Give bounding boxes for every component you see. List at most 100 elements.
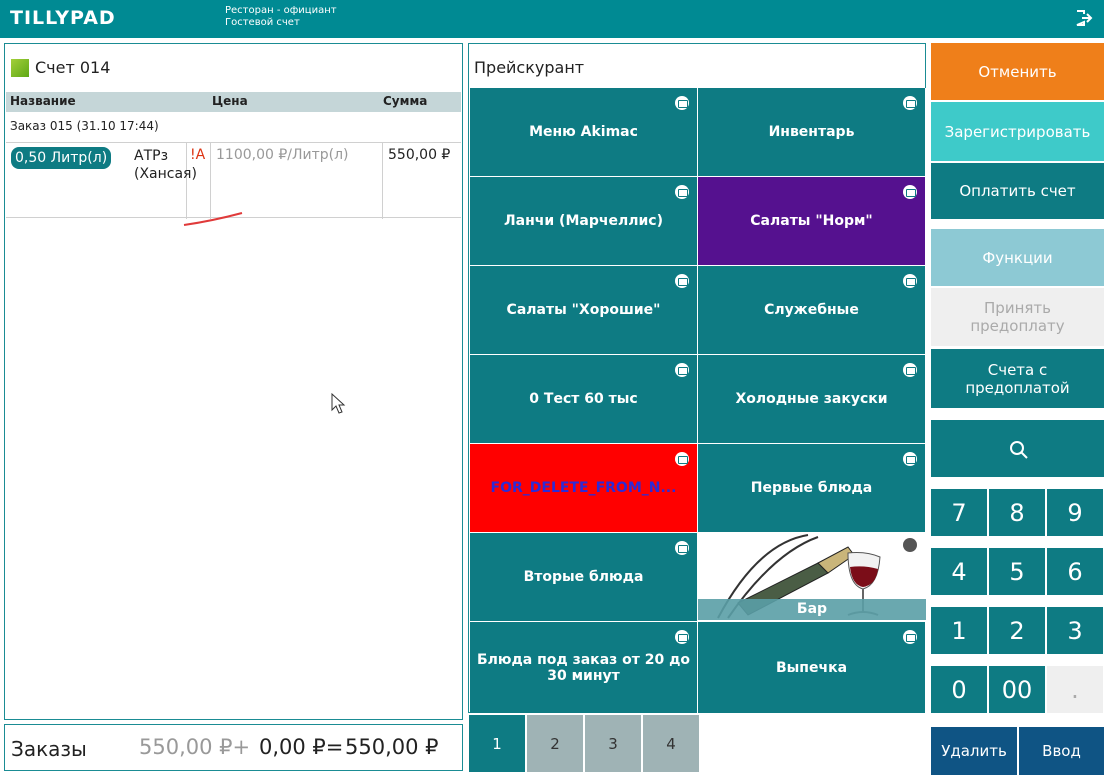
tile-bakery[interactable]: Выпечка bbox=[698, 622, 926, 714]
price-list-pager: 1 2 3 4 bbox=[469, 715, 701, 772]
logout-icon[interactable] bbox=[1074, 8, 1094, 28]
tile-cold-snacks[interactable]: Холодные закуски bbox=[698, 355, 926, 444]
tile-label: Первые блюда bbox=[750, 480, 873, 496]
bill-table-header: Название Цена Сумма bbox=[6, 92, 461, 112]
tile-label: Салаты "Хорошие" bbox=[506, 302, 661, 318]
col-sum: Сумма bbox=[383, 94, 428, 108]
key-4[interactable]: 4 bbox=[931, 548, 987, 595]
tile-menu-akimac[interactable]: Меню Akimac bbox=[470, 88, 698, 177]
key-6[interactable]: 6 bbox=[1047, 548, 1103, 595]
tile-label: Блюда под заказ от 20 до 30 минут bbox=[476, 651, 691, 684]
folder-icon bbox=[903, 363, 917, 377]
folder-icon bbox=[903, 274, 917, 288]
cancel-button[interactable]: Отменить bbox=[931, 43, 1104, 100]
tile-first-courses[interactable]: Первые блюда bbox=[698, 444, 926, 533]
folder-icon bbox=[903, 96, 917, 110]
col-name: Название bbox=[10, 94, 76, 108]
page-1-button[interactable]: 1 bbox=[469, 715, 525, 772]
tile-custom-dishes[interactable]: Блюда под заказ от 20 до 30 минут bbox=[470, 622, 698, 714]
tile-label: Бар bbox=[796, 601, 828, 617]
tile-label: Служебные bbox=[764, 302, 859, 318]
folder-icon bbox=[903, 452, 917, 466]
folder-icon bbox=[675, 185, 689, 199]
folder-icon bbox=[675, 363, 689, 377]
tile-salads-good[interactable]: Салаты "Хорошие" bbox=[470, 266, 698, 355]
page-4-button[interactable]: 4 bbox=[643, 715, 699, 772]
search-button[interactable] bbox=[931, 420, 1104, 477]
tile-label: Выпечка bbox=[775, 659, 848, 676]
quantity-badge[interactable]: 0,50 Литр(л) bbox=[11, 147, 112, 169]
register-button[interactable]: Зарегистрировать bbox=[931, 102, 1104, 161]
item-name: АТРз (Хансая) bbox=[134, 148, 197, 182]
key-9[interactable]: 9 bbox=[1047, 489, 1103, 536]
key-0[interactable]: 0 bbox=[931, 666, 987, 713]
item-price: 1100,00 ₽/Литр(л) bbox=[216, 147, 349, 163]
delete-button[interactable]: Удалить bbox=[931, 727, 1017, 775]
col-price: Цена bbox=[212, 94, 248, 108]
key-2[interactable]: 2 bbox=[989, 607, 1045, 654]
tile-bar[interactable]: Бар bbox=[698, 533, 926, 622]
search-icon bbox=[1010, 441, 1028, 459]
screen-label: Гостевой счет bbox=[225, 17, 300, 28]
tile-label: Инвентарь bbox=[768, 124, 855, 140]
table-row[interactable]: 0,50 Литр(л) АТРз (Хансая) !A 1100,00 ₽/… bbox=[6, 142, 461, 226]
page-2-button[interactable]: 2 bbox=[527, 715, 583, 772]
totals-bar: Заказы 550,00 ₽+ 0,00 ₽= 550,00 ₽ bbox=[4, 724, 463, 771]
role-label: Ресторан - официант bbox=[225, 5, 337, 16]
tile-salads-norm[interactable]: Салаты "Норм" bbox=[698, 177, 926, 266]
tile-label: Холодные закуски bbox=[735, 391, 888, 407]
row-divider bbox=[382, 143, 383, 219]
tile-label: Меню Akimac bbox=[529, 124, 638, 140]
app-logo: TILLYPAD bbox=[10, 7, 116, 29]
tile-test[interactable]: 0 Тест 60 тыс bbox=[470, 355, 698, 444]
key-8[interactable]: 8 bbox=[989, 489, 1045, 536]
top-info: Ресторан - официант Гостевой счет bbox=[225, 5, 337, 29]
bill-status-icon bbox=[11, 58, 29, 77]
folder-icon bbox=[903, 630, 917, 644]
row-divider bbox=[210, 143, 211, 219]
tile-lunches[interactable]: Ланчи (Марчеллис) bbox=[470, 177, 698, 266]
totals-ordered: 550,00 ₽+ bbox=[139, 735, 251, 759]
red-stroke-annotation bbox=[183, 212, 243, 226]
key-7[interactable]: 7 bbox=[931, 489, 987, 536]
key-00[interactable]: 00 bbox=[989, 666, 1045, 713]
tile-label: Ланчи (Марчеллис) bbox=[504, 213, 663, 229]
totals-total: 550,00 ₽ bbox=[345, 735, 439, 759]
accept-prepayment-button[interactable]: Принять предоплату bbox=[931, 288, 1104, 346]
folder-icon bbox=[675, 452, 689, 466]
folder-icon bbox=[675, 541, 689, 555]
folder-icon bbox=[675, 630, 689, 644]
bill-title: Счет 014 bbox=[11, 58, 110, 77]
tile-second-courses[interactable]: Вторые блюда bbox=[470, 533, 698, 622]
bill-title-text: Счет 014 bbox=[35, 58, 111, 77]
bill-panel: Счет 014 Название Цена Сумма Заказ 015 (… bbox=[4, 43, 463, 720]
pay-bill-button[interactable]: Оплатить счет bbox=[931, 163, 1104, 219]
key-5[interactable]: 5 bbox=[989, 548, 1045, 595]
key-1[interactable]: 1 bbox=[931, 607, 987, 654]
functions-button[interactable]: Функции bbox=[931, 229, 1104, 286]
enter-button[interactable]: Ввод bbox=[1019, 727, 1104, 775]
tile-service[interactable]: Служебные bbox=[698, 266, 926, 355]
totals-label: Заказы bbox=[11, 737, 87, 761]
tile-label: Салаты "Норм" bbox=[750, 213, 873, 229]
page-3-button[interactable]: 3 bbox=[585, 715, 641, 772]
folder-icon bbox=[675, 274, 689, 288]
key-3[interactable]: 3 bbox=[1047, 607, 1103, 654]
totals-extra: 0,00 ₽= bbox=[259, 735, 344, 759]
tile-for-delete[interactable]: FOR_DELETE_FROM_N... bbox=[470, 444, 698, 533]
tile-label: Вторые блюда bbox=[523, 569, 644, 585]
folder-icon bbox=[903, 185, 917, 199]
tile-label: 0 Тест 60 тыс bbox=[529, 391, 638, 407]
item-sum: 550,00 ₽ bbox=[388, 147, 451, 163]
price-list-panel: Прейскурант Меню Akimac Инвентарь Ланчи … bbox=[468, 43, 926, 714]
key-decimal[interactable]: . bbox=[1047, 666, 1103, 713]
tile-label: FOR_DELETE_FROM_N... bbox=[490, 480, 677, 496]
price-list-title: Прейскурант bbox=[474, 58, 585, 77]
tile-inventory[interactable]: Инвентарь bbox=[698, 88, 926, 177]
top-bar: TILLYPAD Ресторан - официант Гостевой сч… bbox=[0, 0, 1104, 38]
prepaid-bills-button[interactable]: Счета с предоплатой bbox=[931, 349, 1104, 408]
mouse-pointer-icon bbox=[331, 393, 346, 414]
order-line[interactable]: Заказ 015 (31.10 17:44) bbox=[10, 119, 159, 133]
folder-icon bbox=[675, 96, 689, 110]
item-flag: !A bbox=[190, 147, 206, 163]
